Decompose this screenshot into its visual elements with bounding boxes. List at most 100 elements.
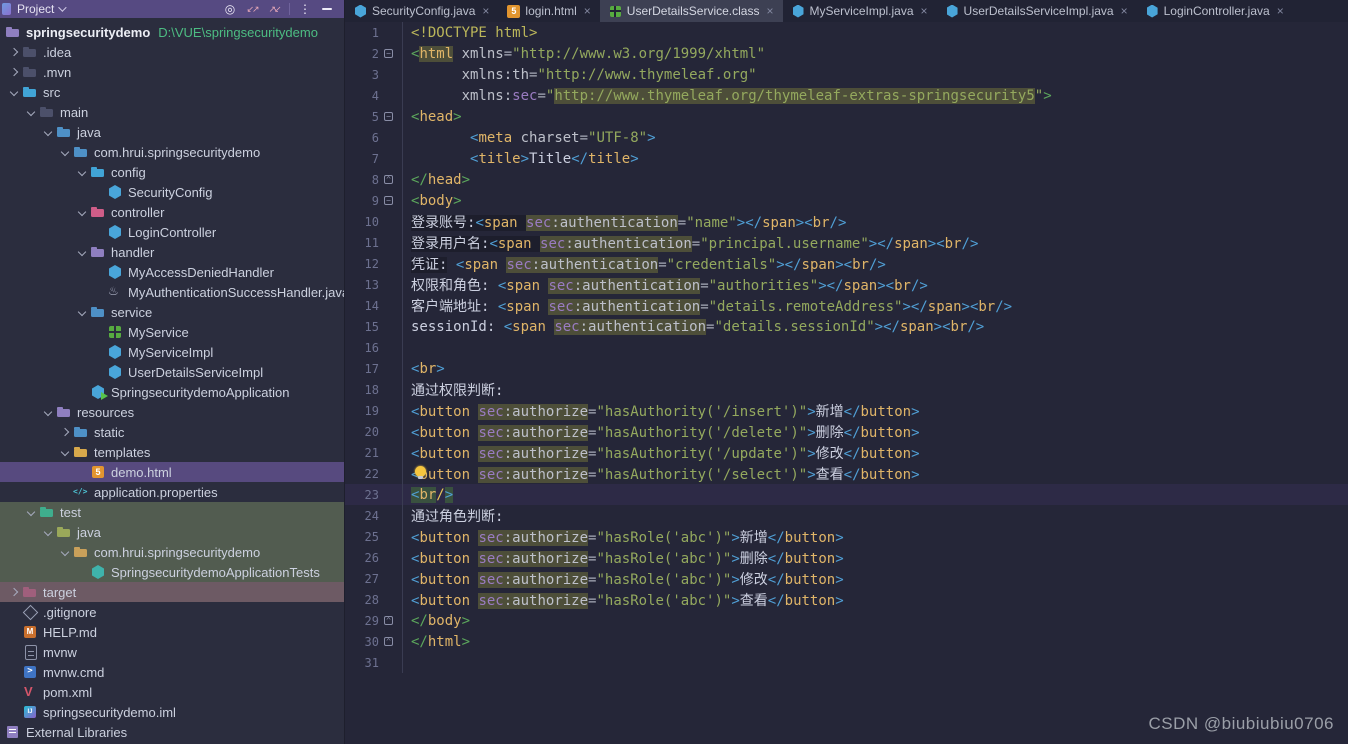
intention-bulb-icon[interactable] xyxy=(415,466,426,479)
chevron-down-icon[interactable] xyxy=(26,507,36,517)
code-line-1[interactable]: 1 <!DOCTYPE html> xyxy=(345,22,1348,43)
code-line-8[interactable]: 8 ^ </head> xyxy=(345,169,1348,190)
tree-item-MyAuthenticationSuccessHandler.java[interactable]: MyAuthenticationSuccessHandler.java xyxy=(0,282,344,302)
code-line-4[interactable]: 4 xmlns:sec="http://www.thymeleaf.org/th… xyxy=(345,85,1348,106)
code-line-26[interactable]: 26 <button sec:authorize="hasRole('abc')"… xyxy=(345,547,1348,568)
tree-item-handler[interactable]: handler xyxy=(0,242,344,262)
code-line-10[interactable]: 10 登录账号:<span sec:authentication="name"><… xyxy=(345,211,1348,232)
tree-item-java[interactable]: java xyxy=(0,122,344,142)
fold-end-icon[interactable]: ^ xyxy=(384,616,393,625)
code-line-17[interactable]: 17 <br> xyxy=(345,358,1348,379)
tree-item-LoginController[interactable]: LoginController xyxy=(0,222,344,242)
tree-item-springsecuritydemo.iml[interactable]: springsecuritydemo.iml xyxy=(0,702,344,722)
close-icon[interactable]: × xyxy=(584,4,591,18)
chevron-down-icon[interactable] xyxy=(77,207,87,217)
tree-item-SecurityConfig[interactable]: SecurityConfig xyxy=(0,182,344,202)
close-icon[interactable]: × xyxy=(1277,4,1284,18)
tree-item-HELP.md[interactable]: HELP.md xyxy=(0,622,344,642)
code-line-22[interactable]: 22 <button sec:authorize="hasAuthority('/… xyxy=(345,463,1348,484)
tab-MyServiceImpl.java[interactable]: MyServiceImpl.java × xyxy=(783,0,937,22)
tree-item-application.properties[interactable]: application.properties xyxy=(0,482,344,502)
chevron-down-icon[interactable] xyxy=(77,247,87,257)
code-line-6[interactable]: 6 <meta charset="UTF-8"> xyxy=(345,127,1348,148)
tree-item-demo.html[interactable]: demo.html xyxy=(0,462,344,482)
expand-all-icon[interactable]: ↙↗ xyxy=(241,1,263,17)
chevron-down-icon[interactable] xyxy=(77,167,87,177)
chevron-down-icon[interactable] xyxy=(60,447,70,457)
collapse-all-icon[interactable]: ↗↙ xyxy=(263,1,285,17)
tree-item-resources[interactable]: resources xyxy=(0,402,344,422)
tree-item-springsecuritydemo[interactable]: springsecuritydemo D:\VUE\springsecurityd… xyxy=(0,22,344,42)
tree-item-MyServiceImpl[interactable]: MyServiceImpl xyxy=(0,342,344,362)
tree-item-External Libraries[interactable]: External Libraries xyxy=(0,722,344,742)
code-line-15[interactable]: 15 sessionId: <span sec:authentication="d… xyxy=(345,316,1348,337)
code-line-11[interactable]: 11 登录用户名:<span sec:authentication="princi… xyxy=(345,232,1348,253)
chevron-down-icon[interactable] xyxy=(43,407,53,417)
code-line-14[interactable]: 14 客户端地址: <span sec:authentication="detai… xyxy=(345,295,1348,316)
tree-item-SpringsecuritydemoApplication[interactable]: SpringsecuritydemoApplication xyxy=(0,382,344,402)
code-line-3[interactable]: 3 xmlns:th="http://www.thymeleaf.org" xyxy=(345,64,1348,85)
close-icon[interactable]: × xyxy=(482,4,489,18)
code-line-9[interactable]: 9− <body> xyxy=(345,190,1348,211)
code-line-23[interactable]: 23 <br/> xyxy=(345,484,1348,505)
code-line-28[interactable]: 28 <button sec:authorize="hasRole('abc')"… xyxy=(345,589,1348,610)
code-line-19[interactable]: 19 <button sec:authorize="hasAuthority('/… xyxy=(345,400,1348,421)
chevron-down-icon[interactable] xyxy=(77,307,87,317)
tree-item-service[interactable]: service xyxy=(0,302,344,322)
tree-item-SpringsecuritydemoApplicationTests[interactable]: SpringsecuritydemoApplicationTests xyxy=(0,562,344,582)
tree-item-templates[interactable]: templates xyxy=(0,442,344,462)
fold-start-icon[interactable]: − xyxy=(384,112,393,121)
tree-item-config[interactable]: config xyxy=(0,162,344,182)
tree-item-MyAccessDeniedHandler[interactable]: MyAccessDeniedHandler xyxy=(0,262,344,282)
chevron-down-icon[interactable] xyxy=(9,87,19,97)
code-line-30[interactable]: 30 ^ </html> xyxy=(345,631,1348,652)
code-line-16[interactable]: 16 xyxy=(345,337,1348,358)
code-line-2[interactable]: 2− <html xmlns="http://www.w3.org/1999/xh… xyxy=(345,43,1348,64)
chevron-right-icon[interactable] xyxy=(60,427,70,437)
chevron-down-icon[interactable] xyxy=(58,3,68,12)
kebab-menu-icon[interactable]: ⋮ xyxy=(294,1,316,17)
tree-item-MyService[interactable]: MyService xyxy=(0,322,344,342)
close-icon[interactable]: × xyxy=(766,4,773,18)
close-icon[interactable]: × xyxy=(1121,4,1128,18)
code-line-5[interactable]: 5− <head> xyxy=(345,106,1348,127)
fold-start-icon[interactable]: − xyxy=(384,49,393,58)
code-line-7[interactable]: 7 <title>Title</title> xyxy=(345,148,1348,169)
tree-item-.gitignore[interactable]: .gitignore xyxy=(0,602,344,622)
code-line-31[interactable]: 31 xyxy=(345,652,1348,673)
tree-item-pom.xml[interactable]: pom.xml xyxy=(0,682,344,702)
code-line-12[interactable]: 12 凭证: <span sec:authentication="credenti… xyxy=(345,253,1348,274)
chevron-right-icon[interactable] xyxy=(9,47,19,57)
code-line-24[interactable]: 24 通过角色判断: xyxy=(345,505,1348,526)
tab-LoginController.java[interactable]: LoginController.java × xyxy=(1137,0,1293,22)
tree-item-.idea[interactable]: .idea xyxy=(0,42,344,62)
tab-UserDetailsServiceImpl.java[interactable]: UserDetailsServiceImpl.java × xyxy=(937,0,1137,22)
code-line-25[interactable]: 25 <button sec:authorize="hasRole('abc')"… xyxy=(345,526,1348,547)
code-editor[interactable]: 1 <!DOCTYPE html> 2− <html xmlns="http://ww… xyxy=(345,22,1348,744)
close-icon[interactable]: × xyxy=(921,4,928,18)
tree-item-mvnw.cmd[interactable]: mvnw.cmd xyxy=(0,662,344,682)
tree-item-main[interactable]: main xyxy=(0,102,344,122)
chevron-down-icon[interactable] xyxy=(60,547,70,557)
chevron-right-icon[interactable] xyxy=(9,67,19,77)
code-line-18[interactable]: 18 通过权限判断: xyxy=(345,379,1348,400)
code-line-13[interactable]: 13 权限和角色: <span sec:authentication="autho… xyxy=(345,274,1348,295)
code-line-20[interactable]: 20 <button sec:authorize="hasAuthority('/… xyxy=(345,421,1348,442)
fold-start-icon[interactable]: − xyxy=(384,196,393,205)
tab-SecurityConfig.java[interactable]: SecurityConfig.java × xyxy=(345,0,498,22)
tree-item-java[interactable]: java xyxy=(0,522,344,542)
tree-item-.mvn[interactable]: .mvn xyxy=(0,62,344,82)
code-line-27[interactable]: 27 <button sec:authorize="hasRole('abc')"… xyxy=(345,568,1348,589)
chevron-down-icon[interactable] xyxy=(60,147,70,157)
fold-end-icon[interactable]: ^ xyxy=(384,175,393,184)
hide-panel-icon[interactable] xyxy=(316,1,338,17)
tree-item-test[interactable]: test xyxy=(0,502,344,522)
tree-item-src[interactable]: src xyxy=(0,82,344,102)
chevron-down-icon[interactable] xyxy=(26,107,36,117)
tree-item-static[interactable]: static xyxy=(0,422,344,442)
code-line-29[interactable]: 29 ^ </body> xyxy=(345,610,1348,631)
locate-file-icon[interactable]: ◎ xyxy=(219,1,241,17)
fold-end-icon[interactable]: ^ xyxy=(384,637,393,646)
tree-item-mvnw[interactable]: mvnw xyxy=(0,642,344,662)
tree-item-com.hrui.springsecuritydemo[interactable]: com.hrui.springsecuritydemo xyxy=(0,542,344,562)
